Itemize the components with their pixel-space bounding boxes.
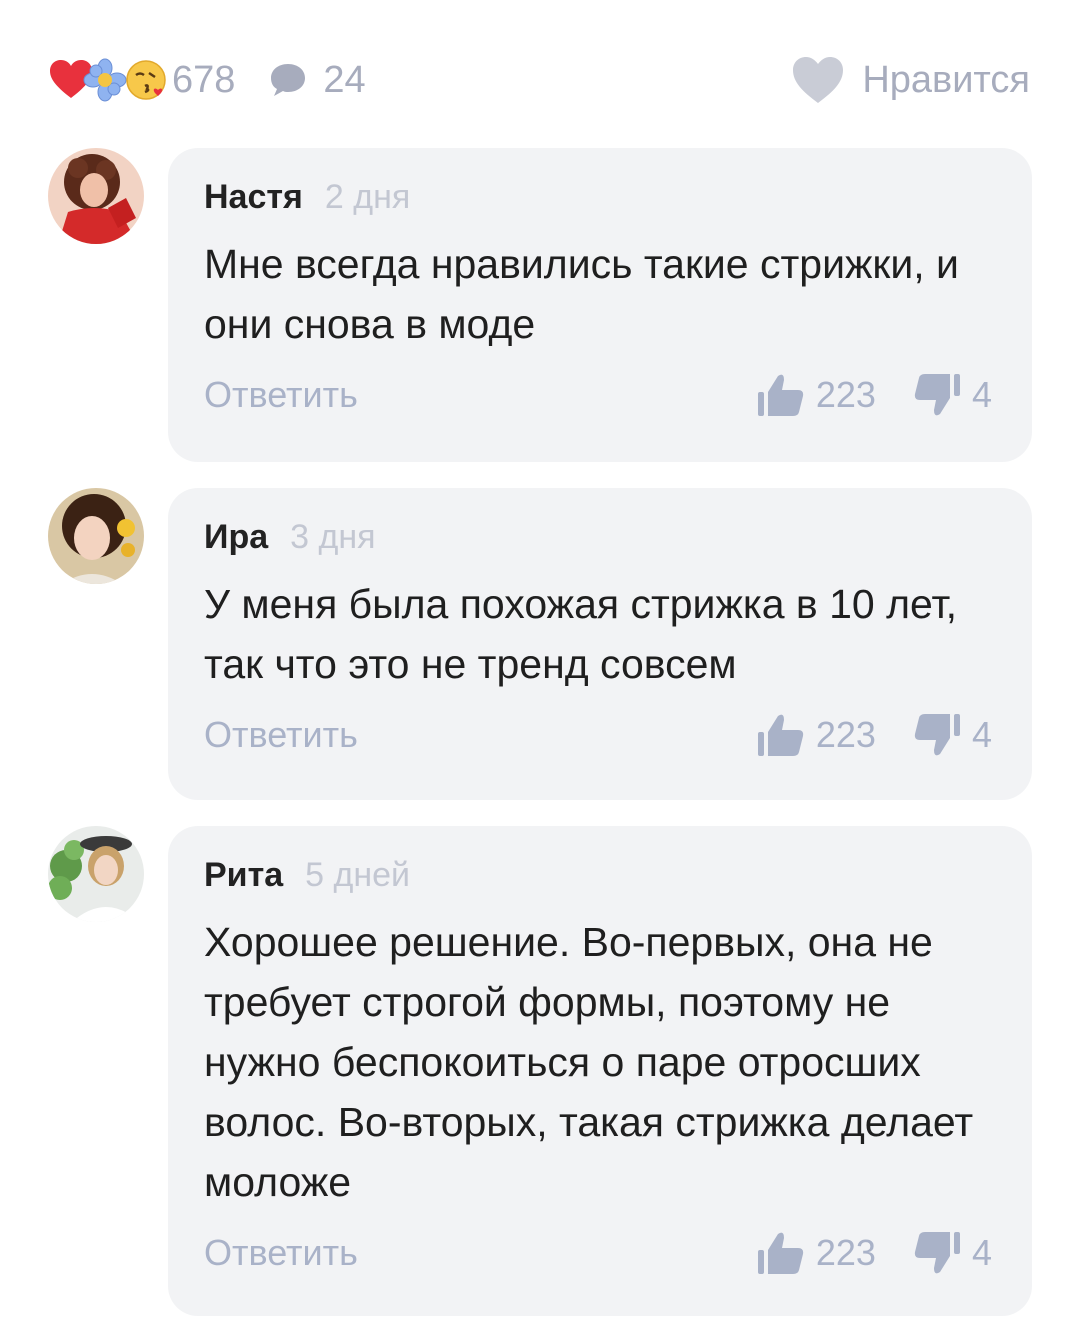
vote-controls: 223 4 <box>756 712 992 758</box>
like-vote-button[interactable]: 223 <box>756 372 876 418</box>
likes-count: 223 <box>815 374 876 415</box>
dislikes-count: 4 <box>971 374 992 415</box>
comment-bubble: Настя 2 дня Мне всегда нравились такие с… <box>168 148 1032 462</box>
comment-actions: Ответить 223 4 <box>204 370 992 420</box>
reply-button[interactable]: Ответить <box>204 1232 358 1274</box>
comment-text: У меня была похожая стрижка в 10 лет, та… <box>204 581 958 687</box>
thumbs-up-icon <box>757 714 804 756</box>
comments-count: 24 <box>323 58 366 101</box>
comment-author[interactable]: Настя <box>204 178 303 217</box>
thumbs-down-icon <box>914 374 960 416</box>
comment-actions: Ответить 223 4 <box>204 710 992 760</box>
comment-item: Рита 5 дней Хорошее решение. Во-первых, … <box>48 826 1032 1316</box>
reaction-icons <box>48 52 168 108</box>
vote-controls: 223 4 <box>756 1230 992 1276</box>
heart-outline-icon <box>793 57 844 103</box>
dislikes-count: 4 <box>971 714 992 755</box>
like-label: Нравится <box>862 58 1030 101</box>
comment-bubble: Ира 3 дня У меня была похожая стрижка в … <box>168 488 1032 800</box>
thumbs-up-icon <box>757 374 804 416</box>
dislike-vote-button[interactable]: 4 <box>912 1230 992 1276</box>
like-button[interactable]: Нравится <box>790 55 1030 105</box>
reactions-summary[interactable]: 678 <box>48 52 235 108</box>
reply-button[interactable]: Ответить <box>204 374 358 416</box>
comment-time: 3 дня <box>290 518 376 556</box>
reactions-count: 678 <box>172 58 236 101</box>
dislikes-count: 4 <box>971 1232 992 1273</box>
reply-button[interactable]: Ответить <box>204 714 358 756</box>
comment-actions: Ответить 223 4 <box>204 1228 992 1278</box>
comment-item: Настя 2 дня Мне всегда нравились такие с… <box>48 148 1032 462</box>
comment-time: 2 дня <box>324 178 411 216</box>
thumbs-down-icon <box>914 1232 960 1274</box>
thumbs-down-icon <box>914 714 960 756</box>
comment-author[interactable]: Ира <box>204 518 268 557</box>
likes-count: 223 <box>815 1232 876 1273</box>
kiss-emoji-icon <box>126 60 166 100</box>
dislike-vote-button[interactable]: 4 <box>912 712 992 758</box>
thumbs-up-icon <box>757 1232 804 1274</box>
comment-time: 5 дней <box>305 856 411 894</box>
comment-bubble-icon <box>271 64 306 96</box>
comment-meta: Ира 3 дня <box>204 518 992 562</box>
like-vote-button[interactable]: 223 <box>756 1230 876 1276</box>
flower-icon <box>83 58 127 102</box>
comments-counter[interactable]: 24 <box>269 58 366 102</box>
comment-meta: Настя 2 дня <box>204 178 992 222</box>
comment-author[interactable]: Рита <box>204 856 283 895</box>
dislike-vote-button[interactable]: 4 <box>912 372 992 418</box>
post-stats-bar: 678 24 Нравится <box>48 52 1030 108</box>
avatar[interactable] <box>48 826 144 922</box>
comment-bubble: Рита 5 дней Хорошее решение. Во-первых, … <box>168 826 1032 1316</box>
avatar[interactable] <box>48 148 144 244</box>
like-vote-button[interactable]: 223 <box>756 712 876 758</box>
comment-meta: Рита 5 дней <box>204 856 992 900</box>
comment-text: Мне всегда нравились такие стрижки, и он… <box>204 241 959 347</box>
likes-count: 223 <box>815 714 876 755</box>
vote-controls: 223 4 <box>756 372 992 418</box>
comment-text: Хорошее решение. Во-первых, она не требу… <box>204 919 974 1205</box>
comment-item: Ира 3 дня У меня была похожая стрижка в … <box>48 488 1032 800</box>
avatar[interactable] <box>48 488 144 584</box>
